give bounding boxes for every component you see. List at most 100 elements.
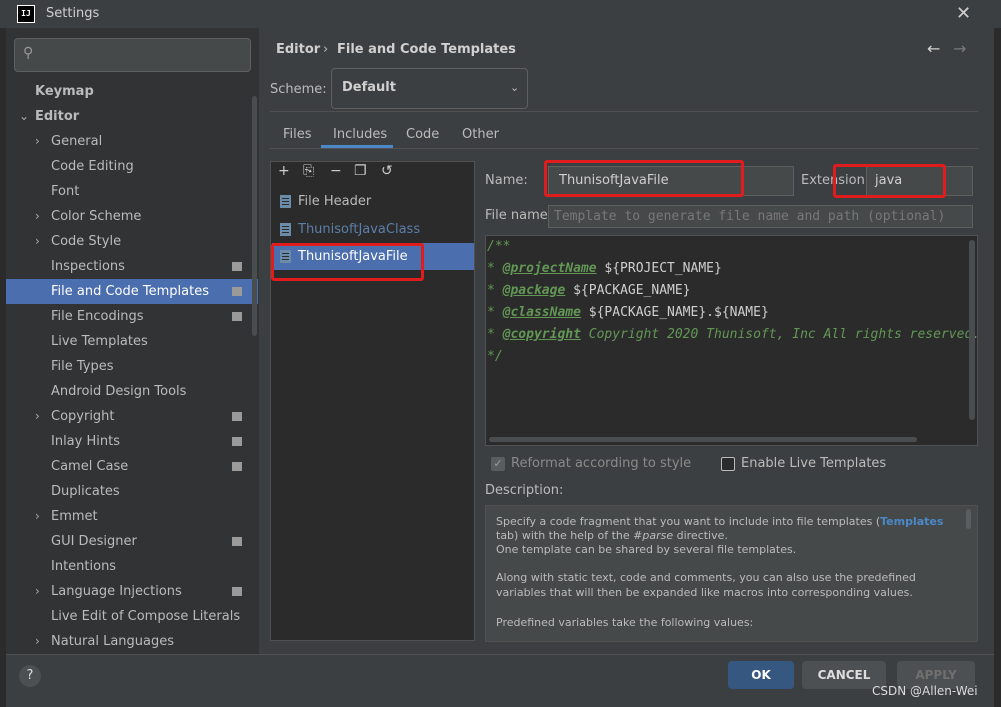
sidebar-item-label: Android Design Tools: [51, 384, 187, 399]
add-child-icon[interactable]: ⎘: [303, 163, 314, 179]
project-scope-icon: [232, 287, 242, 296]
editor-horizontal-scrollbar[interactable]: [489, 437, 917, 442]
code-line: * @copyright Copyright 2020 Thunisoft, I…: [487, 327, 978, 342]
forward-arrow-icon[interactable]: →: [953, 39, 966, 58]
template-item-thunisoft-java-class[interactable]: ThunisoftJavaClass: [272, 216, 474, 243]
highlight-box-template: [271, 243, 424, 281]
code-line: * @className ${PACKAGE_NAME}.${NAME}: [487, 305, 769, 320]
code-line: */: [487, 349, 503, 364]
add-icon[interactable]: +: [278, 163, 290, 179]
file-name-input[interactable]: [554, 208, 964, 225]
sidebar-item[interactable]: Live Templates: [6, 329, 258, 354]
template-label: ThunisoftJavaClass: [298, 222, 421, 237]
name-label: Name:: [485, 173, 528, 188]
project-scope-icon: [232, 412, 242, 421]
description-text: Along with static text, code and comment…: [496, 571, 916, 584]
divider: [270, 148, 978, 149]
sidebar-item[interactable]: ⌄ Editor: [6, 104, 258, 129]
description-text: Specify a code fragment that you want to…: [496, 515, 944, 528]
editor-vertical-scrollbar[interactable]: [969, 240, 975, 420]
search-input[interactable]: [43, 45, 243, 65]
chevron-right-icon[interactable]: ›: [35, 129, 40, 154]
scheme-label: Scheme:: [270, 82, 327, 97]
sidebar-item[interactable]: GUI Designer: [6, 529, 258, 554]
enable-live-templates-checkbox[interactable]: [721, 457, 735, 471]
description-text: Predefined variables take the following …: [496, 616, 754, 629]
reset-icon[interactable]: ↺: [381, 163, 393, 179]
sidebar-item[interactable]: Font: [6, 179, 258, 204]
sidebar-item[interactable]: › Color Scheme: [6, 204, 258, 229]
tab-files[interactable]: Files: [283, 127, 312, 142]
template-item-file-header[interactable]: File Header: [272, 188, 474, 215]
app-icon: IJ: [17, 5, 35, 23]
template-code-editor[interactable]: /** * @projectName ${PROJECT_NAME} * @pa…: [485, 235, 978, 446]
sidebar-item-label: Camel Case: [51, 459, 129, 474]
chevron-right-icon[interactable]: ›: [35, 579, 40, 604]
description-scrollbar[interactable]: [966, 509, 971, 529]
reformat-label[interactable]: Reformat according to style: [511, 456, 691, 471]
chevron-right-icon[interactable]: ›: [35, 504, 40, 529]
chevron-right-icon[interactable]: ›: [35, 404, 40, 429]
sidebar-item-label: General: [51, 134, 103, 149]
sidebar-item[interactable]: Intentions: [6, 554, 258, 579]
sidebar-item[interactable]: Inspections: [6, 254, 258, 279]
sidebar-item[interactable]: › Language Injections: [6, 579, 258, 604]
tab-other[interactable]: Other: [462, 127, 499, 142]
chevron-right-icon[interactable]: ›: [35, 204, 40, 229]
sidebar-item-label: Inspections: [51, 259, 125, 274]
sidebar-scrollbar[interactable]: [252, 96, 257, 336]
sidebar-item[interactable]: Keymap: [6, 79, 258, 104]
sidebar-item-label: Copyright: [51, 409, 115, 424]
sidebar-item[interactable]: › Natural Languages: [6, 629, 258, 654]
file-name-field[interactable]: [548, 205, 973, 228]
sidebar-item[interactable]: › Emmet: [6, 504, 258, 529]
remove-icon[interactable]: −: [330, 163, 342, 179]
description-text: tab) with the help of the #parse directi…: [496, 529, 728, 542]
chevron-down-icon[interactable]: ⌄: [19, 104, 29, 129]
project-scope-icon: [232, 462, 242, 471]
project-scope-icon: [232, 437, 242, 446]
sidebar-item[interactable]: › Code Style: [6, 229, 258, 254]
sidebar-item[interactable]: Android Design Tools: [6, 379, 258, 404]
templates-link[interactable]: Templates: [880, 515, 943, 528]
tab-code[interactable]: Code: [406, 127, 439, 142]
enable-live-templates-label[interactable]: Enable Live Templates: [741, 456, 886, 471]
sidebar-item[interactable]: › Copyright: [6, 404, 258, 429]
search-icon: ⚲: [23, 45, 34, 61]
back-arrow-icon[interactable]: ←: [927, 39, 940, 58]
search-box[interactable]: ⚲: [14, 38, 251, 72]
sidebar-item-label: Color Scheme: [51, 209, 142, 224]
breadcrumb-separator-icon: ›: [323, 42, 329, 57]
copy-icon[interactable]: ❐: [354, 163, 367, 179]
breadcrumb-parent[interactable]: Editor: [276, 42, 320, 57]
sidebar-item[interactable]: File Types: [6, 354, 258, 379]
sidebar-item-label: GUI Designer: [51, 534, 137, 549]
sidebar-item[interactable]: Camel Case: [6, 454, 258, 479]
title-bar: [0, 0, 1001, 28]
chevron-right-icon[interactable]: ›: [35, 629, 40, 654]
sidebar-item[interactable]: Inlay Hints: [6, 429, 258, 454]
divider: [6, 654, 994, 655]
description-text: One template can be shared by several fi…: [496, 543, 797, 556]
close-icon[interactable]: ✕: [956, 3, 971, 24]
sidebar-item-label: Duplicates: [51, 484, 120, 499]
project-scope-icon: [232, 587, 242, 596]
background-strip-right: [994, 28, 1001, 707]
tab-includes[interactable]: Includes: [333, 127, 387, 142]
chevron-right-icon[interactable]: ›: [35, 229, 40, 254]
sidebar-item[interactable]: File and Code Templates: [6, 279, 258, 304]
sidebar-item[interactable]: › General: [6, 129, 258, 154]
ok-button[interactable]: OK: [728, 661, 794, 689]
reformat-checkbox[interactable]: ✓: [491, 457, 505, 471]
sidebar-item[interactable]: Code Editing: [6, 154, 258, 179]
breadcrumb-current: File and Code Templates: [337, 42, 516, 57]
scheme-dropdown[interactable]: Default ⌄: [331, 68, 528, 109]
sidebar-item[interactable]: File Encodings: [6, 304, 258, 329]
sidebar-item[interactable]: Duplicates: [6, 479, 258, 504]
help-button[interactable]: ?: [19, 665, 41, 687]
description-panel: Specify a code fragment that you want to…: [485, 505, 978, 642]
sidebar-item-label: Live Templates: [51, 334, 148, 349]
code-line: /**: [487, 239, 511, 254]
sidebar-item-label: Font: [51, 184, 80, 199]
sidebar-item[interactable]: Live Edit of Compose Literals: [6, 604, 258, 629]
